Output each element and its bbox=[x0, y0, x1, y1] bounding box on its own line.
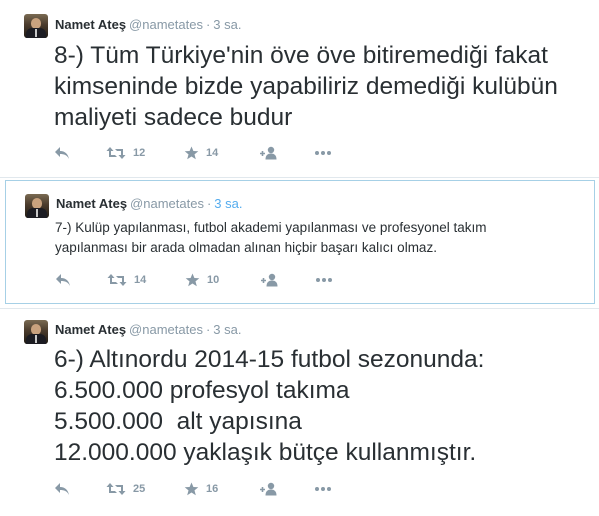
more-button[interactable] bbox=[314, 481, 332, 497]
retweet-icon bbox=[106, 147, 126, 159]
tweet-text: 6-) Altınordu 2014-15 futbol sezonunda: … bbox=[54, 344, 599, 468]
more-button[interactable] bbox=[315, 272, 333, 288]
tweet-text-line: 12.000.000 yaklaşık bütçe kullanmıştır. bbox=[54, 439, 477, 466]
follow-icon bbox=[261, 273, 278, 287]
tweet-text-line: maliyeti sadece budur bbox=[54, 104, 293, 131]
tweet[interactable]: Namet Ateş @nametates · 3 sa. 7-) Kulüp yap… bbox=[5, 180, 595, 304]
retweet-icon bbox=[106, 483, 126, 495]
author-name[interactable]: Namet Ateş bbox=[56, 196, 127, 211]
tweet-text-line: yapılanması bir arada olmadan alınan hiç… bbox=[55, 240, 437, 255]
tweet[interactable]: Namet Ateş @nametates · 3 sa. 8-) Tüm Türki… bbox=[0, 0, 599, 178]
timestamp[interactable]: 3 sa. bbox=[214, 196, 242, 211]
separator: · bbox=[206, 196, 212, 211]
retweet-button[interactable]: 25 bbox=[106, 481, 145, 497]
follow-icon bbox=[260, 482, 277, 496]
tweet-header: Namet Ateş @nametates · 3 sa. bbox=[56, 196, 242, 211]
follow-button[interactable] bbox=[260, 481, 278, 497]
reply-icon bbox=[56, 274, 70, 286]
reply-button[interactable] bbox=[54, 481, 70, 497]
favorite-count: 10 bbox=[207, 274, 220, 286]
timestamp[interactable]: 3 sa. bbox=[213, 17, 241, 32]
tweet-text: 8-) Tüm Türkiye'nin öve öve bitiremediği… bbox=[54, 40, 599, 133]
tweet-actions: 25 16 bbox=[54, 481, 554, 497]
retweet-count: 14 bbox=[134, 274, 147, 286]
separator: · bbox=[205, 322, 211, 337]
favorite-icon bbox=[184, 146, 199, 160]
retweet-icon bbox=[107, 274, 127, 286]
favorite-icon bbox=[185, 273, 200, 287]
tweet-actions: 12 14 bbox=[54, 145, 554, 161]
retweet-button[interactable]: 14 bbox=[107, 272, 146, 288]
reply-button[interactable] bbox=[54, 145, 70, 161]
more-icon bbox=[316, 278, 332, 282]
favorite-button[interactable]: 16 bbox=[184, 481, 218, 497]
favorite-count: 14 bbox=[206, 147, 219, 159]
tweet-text-line: 6-) Altınordu 2014-15 futbol sezonunda: bbox=[54, 346, 485, 373]
favorite-button[interactable]: 14 bbox=[184, 145, 218, 161]
tweet-text-line: 6.500.000 profesyol takıma bbox=[54, 377, 350, 404]
more-icon bbox=[315, 151, 331, 155]
tweet-text-line: kimseninde bizde yapabiliriz demediği ku… bbox=[54, 73, 558, 100]
more-icon bbox=[315, 487, 331, 491]
avatar[interactable] bbox=[24, 320, 48, 344]
tweet-text-line: 8-) Tüm Türkiye'nin öve öve bitiremediği… bbox=[54, 42, 548, 69]
tweet-text-line: 5.500.000 alt yapısına bbox=[54, 408, 302, 435]
author-name[interactable]: Namet Ateş bbox=[55, 322, 126, 337]
timestamp[interactable]: 3 sa. bbox=[213, 322, 241, 337]
tweet-text-line: 7-) Kulüp yapılanması, futbol akademi ya… bbox=[55, 220, 487, 235]
author-username[interactable]: @nametates bbox=[130, 196, 204, 211]
tweet-header: Namet Ateş @nametates · 3 sa. bbox=[55, 322, 241, 337]
reply-icon bbox=[55, 483, 69, 495]
tweet-text: 7-) Kulüp yapılanması, futbol akademi ya… bbox=[55, 218, 599, 258]
favorite-count: 16 bbox=[206, 483, 219, 495]
reply-button[interactable] bbox=[55, 272, 71, 288]
favorite-button[interactable]: 10 bbox=[185, 272, 219, 288]
follow-button[interactable] bbox=[260, 145, 278, 161]
retweet-button[interactable]: 12 bbox=[106, 145, 145, 161]
follow-button[interactable] bbox=[261, 272, 279, 288]
more-button[interactable] bbox=[314, 145, 332, 161]
tweet-actions: 14 10 bbox=[55, 272, 555, 288]
tweet[interactable]: Namet Ateş @nametates · 3 sa. 6-) Altınordu… bbox=[0, 308, 599, 516]
avatar[interactable] bbox=[24, 14, 48, 38]
separator: · bbox=[205, 17, 211, 32]
retweet-count: 12 bbox=[133, 147, 146, 159]
reply-icon bbox=[55, 147, 69, 159]
retweet-count: 25 bbox=[133, 483, 146, 495]
author-username[interactable]: @nametates bbox=[129, 17, 203, 32]
tweet-header: Namet Ateş @nametates · 3 sa. bbox=[55, 17, 241, 32]
author-name[interactable]: Namet Ateş bbox=[55, 17, 126, 32]
favorite-icon bbox=[184, 482, 199, 496]
follow-icon bbox=[260, 146, 277, 160]
author-username[interactable]: @nametates bbox=[129, 322, 203, 337]
avatar[interactable] bbox=[25, 194, 49, 218]
